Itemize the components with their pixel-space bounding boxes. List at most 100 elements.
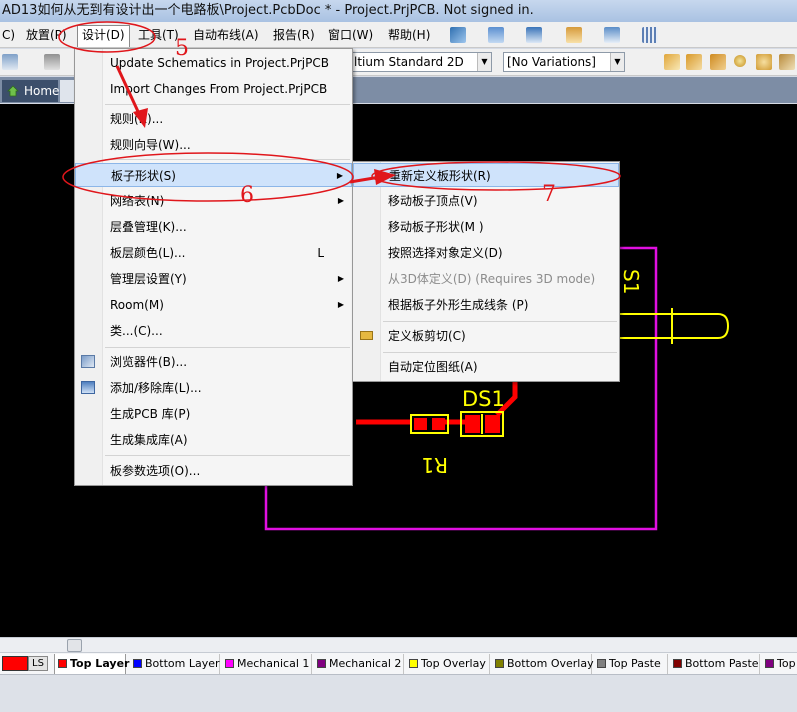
menu-item-browse-components[interactable]: 浏览器件(B)... [75, 350, 352, 374]
menu-item-room[interactable]: Room(M) ▶ [75, 293, 352, 317]
menu-item-rules-wizard[interactable]: 规则向导(W)... [75, 133, 352, 157]
place-arc-icon[interactable] [779, 54, 795, 70]
submenu-arrow-icon: ▶ [337, 196, 344, 205]
menu-item-move-board-shape[interactable]: 移动板子形状(M ) [353, 215, 619, 239]
room-icon[interactable] [604, 27, 620, 43]
ruler-icon[interactable] [566, 27, 582, 43]
menu-item-add-remove-library[interactable]: 添加/移除库(L)... [75, 376, 352, 400]
menu-item-rules[interactable]: 规则(R)... [75, 107, 352, 131]
pencil-icon[interactable] [2, 54, 18, 70]
menu-item-define-from-selected[interactable]: 按照选择对象定义(D) [353, 241, 619, 265]
place-bus-icon[interactable] [686, 54, 702, 70]
layer-tab-top-partial[interactable]: Top [762, 654, 797, 674]
menu-design[interactable]: 设计(D) [77, 25, 130, 47]
layer-set-button[interactable]: LS [28, 656, 48, 671]
layer-tab-bottom-layer[interactable]: Bottom Layer [130, 654, 220, 674]
s1-actuator [672, 313, 730, 339]
layer-tab-top-overlay[interactable]: Top Overlay [406, 654, 490, 674]
menu-item-create-primitives-from-shape[interactable]: 根据板子外形生成线条 (P) [353, 293, 619, 317]
r1-pad-2[interactable] [432, 418, 445, 430]
layer-color-swatch [317, 659, 326, 668]
current-layer-swatch[interactable] [2, 656, 28, 671]
menu-separator [105, 347, 350, 348]
menu-item-make-pcb-library[interactable]: 生成PCB 库(P) [75, 402, 352, 426]
menu-item-label: 网络表(N) [110, 194, 165, 208]
submenu-arrow-icon: ▶ [336, 171, 343, 180]
find-icon[interactable] [526, 27, 542, 43]
menu-separator [383, 321, 617, 322]
route-icon[interactable] [450, 27, 466, 43]
menu-item-move-board-vertices[interactable]: 移动板子顶点(V) [353, 189, 619, 213]
s1-body [620, 313, 673, 339]
menu-item-label: 添加/移除库(L)... [110, 381, 202, 395]
menu-item-board-shape[interactable]: 板子形状(S) ▶ [75, 163, 352, 187]
menu-item-define-from-3d[interactable]: 从3D体定义(D) (Requires 3D mode) [353, 267, 619, 291]
menu-item-make-integrated-library[interactable]: 生成集成库(A) [75, 428, 352, 452]
layer-color-swatch [495, 659, 504, 668]
menu-autoroute[interactable]: 自动布线(A) [189, 26, 263, 44]
layer-color-swatch [133, 659, 142, 668]
layer-tab-bottom-overlay[interactable]: Bottom Overlay [492, 654, 594, 674]
layer-tab-label: Top Layer [70, 657, 130, 670]
menu-place[interactable]: 放置(P) [22, 26, 71, 44]
menu-window[interactable]: 窗口(W) [324, 26, 377, 44]
layer-tab-bottom-paste[interactable]: Bottom Paste [670, 654, 760, 674]
menu-partial[interactable]: C) [0, 26, 19, 44]
tab-home[interactable]: Home [2, 80, 59, 102]
r1-pad-1[interactable] [414, 418, 427, 430]
place-track-icon[interactable] [710, 54, 726, 70]
menu-separator [105, 159, 350, 160]
grid-icon[interactable] [642, 27, 658, 43]
layer-tab-top-paste[interactable]: Top Paste [594, 654, 668, 674]
place-pad-icon[interactable] [734, 55, 746, 67]
layer-tab-label: Bottom Overlay [507, 657, 594, 670]
horizontal-scrollbar[interactable] [0, 637, 797, 652]
layer-tabs-bar: LS Top Layer Bottom Layer Mechanical 1 M… [0, 652, 797, 674]
window-title: AD13如何从无到有设计出一个电路板\Project.PcbDoc * - Pr… [2, 3, 534, 18]
menu-item-label: 板层颜色(L)... [110, 246, 186, 260]
layer-tab-label: Top Overlay [421, 657, 486, 670]
cut-icon[interactable] [44, 54, 60, 70]
layer-tab-top-layer[interactable]: Top Layer [54, 654, 130, 674]
menu-item-update-schematics[interactable]: Update Schematics in Project.PrjPCB [75, 51, 352, 75]
layer-color-swatch [673, 659, 682, 668]
menu-item-classes[interactable]: 类...(C)... [75, 319, 352, 343]
menu-item-auto-position-sheets[interactable]: 自动定位图纸(A) [353, 355, 619, 379]
ds1-pad-2[interactable] [485, 415, 500, 433]
align-icon[interactable] [488, 27, 504, 43]
menu-item-redefine-board-shape[interactable]: 重新定义板形状(R) [353, 163, 619, 187]
layer-tab-label: Top Paste [609, 657, 661, 670]
layer-tab-mechanical-1[interactable]: Mechanical 1 [222, 654, 312, 674]
submenu-arrow-icon: ▶ [337, 274, 344, 283]
variations-value: [No Variations] [507, 55, 596, 69]
ds1-pad-1[interactable] [465, 415, 480, 433]
menu-item-board-layer-colors[interactable]: 板层颜色(L)... L [75, 241, 352, 265]
menu-item-layer-stack-manager[interactable]: 层叠管理(K)... [75, 215, 352, 239]
menu-item-manage-layer-sets[interactable]: 管理层设置(Y) ▶ [75, 267, 352, 291]
place-wire-icon[interactable] [664, 54, 680, 70]
view-config-value: ltium Standard 2D [354, 55, 464, 69]
menu-item-define-board-cutout[interactable]: 定义板剪切(C) [353, 324, 619, 348]
menu-separator [105, 104, 350, 105]
variations-select[interactable]: [No Variations] ▼ [503, 52, 625, 72]
view-config-select[interactable]: ltium Standard 2D ▼ [350, 52, 492, 72]
layer-tab-label: Bottom Paste [685, 657, 759, 670]
menu-item-netlist[interactable]: 网络表(N) ▶ [75, 189, 352, 213]
layer-color-swatch [225, 659, 234, 668]
menu-help[interactable]: 帮助(H) [384, 26, 434, 44]
menu-item-import-changes[interactable]: Import Changes From Project.PrjPCB [75, 77, 352, 101]
board-cutout-icon [360, 331, 373, 340]
window-title-bar: AD13如何从无到有设计出一个电路板\Project.PcbDoc * - Pr… [0, 0, 797, 22]
layer-tab-mechanical-2[interactable]: Mechanical 2 [314, 654, 404, 674]
scrollbar-thumb[interactable] [67, 639, 82, 652]
layer-tab-label: Mechanical 2 [329, 657, 402, 670]
menu-item-board-options[interactable]: 板参数选项(O)... [75, 459, 352, 483]
layer-tab-label: Mechanical 1 [237, 657, 310, 670]
s1-designator: S1 [619, 269, 643, 294]
layer-color-swatch [765, 659, 774, 668]
layer-color-swatch [409, 659, 418, 668]
board-shape-submenu: 重新定义板形状(R) 移动板子顶点(V) 移动板子形状(M ) 按照选择对象定义… [352, 161, 620, 382]
menu-reports[interactable]: 报告(R) [269, 26, 319, 44]
submenu-arrow-icon: ▶ [337, 300, 344, 309]
place-via-icon[interactable] [756, 54, 772, 70]
